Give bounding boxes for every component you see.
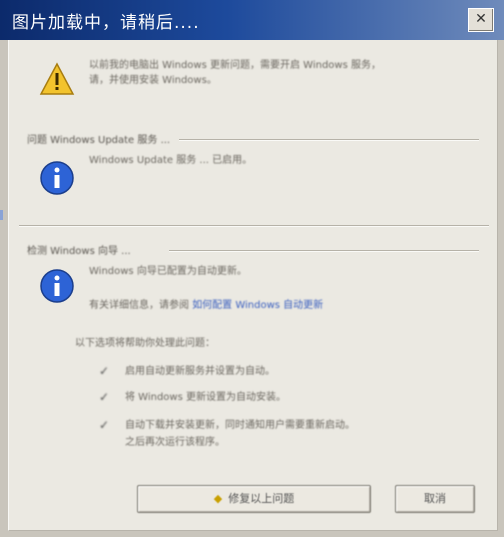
cancel-button[interactable]: 取消 (395, 485, 475, 513)
option-label-3-extra: 之后再次运行该程序。 (125, 437, 225, 448)
section-1-text: Windows Update 服务 ... 已启用。 (89, 155, 253, 166)
warning-icon (39, 62, 75, 95)
section-2-separator (169, 250, 479, 252)
dialog-body: 以前我的电脑出 Windows 更新问题，需要开启 Windows 服务， 请，… (8, 40, 498, 531)
section-1-header: 问题 Windows Update 服务 ... (27, 135, 171, 146)
shield-icon: ◆ (213, 492, 223, 505)
window-frame-left (0, 40, 8, 537)
option-label-3: 自动下载并安装更新，同时通知用户需要重新启动。 (125, 420, 355, 431)
section-2-line-2: 有关详细信息，请参阅 如何配置 Windows 自动更新 (89, 298, 323, 313)
warning-line-2: 请，并使用安装 Windows。 (89, 75, 217, 86)
options-header: 以下选项将帮助你处理此问题： (75, 338, 215, 349)
section-2-line-1: Windows 向导已配置为自动更新。 (89, 266, 247, 277)
checkbox-check-icon[interactable]: ✓ (99, 419, 111, 431)
help-link[interactable]: 如何配置 Windows 自动更新 (192, 300, 323, 311)
fix-button-label: 修复以上问题 (228, 492, 295, 505)
checkbox-check-icon[interactable]: ✓ (99, 391, 111, 403)
warning-message: 以前我的电脑出 Windows 更新问题，需要开启 Windows 服务， 请，… (89, 58, 489, 88)
info-icon (40, 161, 74, 195)
section-2-header: 检测 Windows 向导 ... (27, 246, 131, 257)
checkbox-check-icon[interactable]: ✓ (99, 365, 111, 377)
section-divider (19, 225, 489, 227)
option-label-2: 将 Windows 更新设置为自动安装。 (125, 392, 286, 403)
section-2-line-2-prefix: 有关详细信息，请参阅 (89, 300, 189, 311)
window-title: 图片加载中，请稍后.... (12, 13, 200, 33)
option-label-1: 启用自动更新服务并设置为自动。 (125, 366, 275, 377)
cancel-button-label: 取消 (424, 492, 446, 505)
title-bar[interactable]: 图片加载中，请稍后.... ✕ (0, 0, 504, 42)
section-1-separator (179, 139, 479, 141)
fix-button[interactable]: ◆ 修复以上问题 (137, 485, 371, 513)
close-icon: ✕ (475, 11, 487, 27)
info-icon (40, 269, 74, 303)
frame-marker (0, 210, 3, 220)
warning-line-1: 以前我的电脑出 Windows 更新问题，需要开启 Windows 服务， (89, 60, 381, 71)
window-frame-bottom (0, 530, 504, 537)
close-button[interactable]: ✕ (468, 8, 494, 32)
